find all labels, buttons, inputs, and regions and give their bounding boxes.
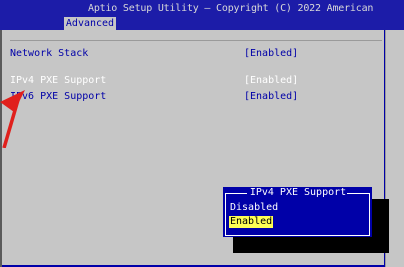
setting-label: IPv4 PXE Support bbox=[10, 75, 107, 86]
divider bbox=[10, 40, 382, 41]
setting-value: [Enabled] bbox=[244, 91, 299, 102]
option-enabled[interactable]: Enabled bbox=[229, 216, 274, 228]
setting-value: [Enabled] bbox=[244, 75, 299, 86]
setting-value: [Enabled] bbox=[244, 48, 299, 59]
setting-ipv6-pxe-support[interactable]: IPv6 PXE Support [Enabled] bbox=[0, 91, 382, 103]
setting-label: Network Stack bbox=[10, 48, 89, 59]
setting-network-stack[interactable]: Network Stack [Enabled] bbox=[0, 48, 382, 60]
setting-ipv4-pxe-support[interactable]: IPv4 PXE Support [Enabled] bbox=[0, 75, 382, 87]
popup-frame-line bbox=[347, 193, 369, 194]
tab-advanced[interactable]: Advanced bbox=[64, 17, 116, 31]
arrow-icon bbox=[0, 90, 25, 148]
option-disabled[interactable]: Disabled bbox=[230, 202, 278, 214]
header-bar: Aptio Setup Utility – Copyright (C) 2022… bbox=[0, 0, 404, 31]
popup-frame bbox=[225, 193, 370, 236]
option-popup: IPv4 PXE Support Disabled Enabled bbox=[223, 187, 372, 237]
popup-frame-line bbox=[225, 193, 247, 194]
app-title: Aptio Setup Utility – Copyright (C) 2022… bbox=[88, 3, 374, 14]
popup-title: IPv4 PXE Support bbox=[249, 187, 347, 198]
